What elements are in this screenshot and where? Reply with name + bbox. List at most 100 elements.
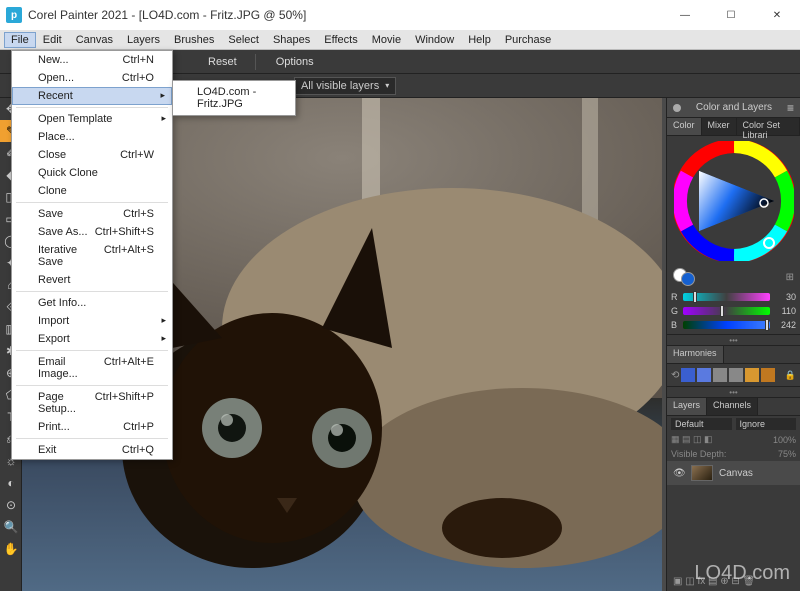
recent-file-item[interactable]: LO4D.com - Fritz.JPG: [173, 83, 295, 113]
color-swatch-pair[interactable]: [673, 268, 697, 286]
file-menu-revert[interactable]: Revert: [12, 271, 172, 289]
submenu-arrow-icon: ▸: [161, 113, 166, 124]
menu-brushes[interactable]: Brushes: [167, 32, 221, 48]
options-label[interactable]: Options: [256, 54, 334, 70]
tool-zoom[interactable]: 🔍: [0, 516, 22, 538]
layer-tab-channels[interactable]: Channels: [707, 398, 758, 415]
panel-drag-handle[interactable]: •••: [667, 334, 800, 346]
harmony-swatch[interactable]: [681, 368, 695, 382]
right-panel: Color and Layers ≡ ColorMixerColor Set L…: [666, 98, 800, 591]
b-value: 242: [774, 320, 796, 330]
sample-value: All visible layers: [301, 80, 379, 92]
layer-thumbnail: [691, 465, 713, 481]
reset-button[interactable]: Reset: [190, 54, 256, 70]
menu-select[interactable]: Select: [221, 32, 266, 48]
layer-name: Canvas: [719, 468, 753, 479]
eye-icon[interactable]: 👁: [673, 468, 685, 479]
file-menu-open-[interactable]: Open...Ctrl+O: [12, 69, 172, 87]
layer-icons-row[interactable]: ▦ ▤ ◫ ◧: [671, 434, 713, 445]
watermark: LO4D.com: [694, 562, 790, 585]
submenu-arrow-icon: ▸: [160, 90, 165, 101]
sample-dropdown[interactable]: All visible layers ▾: [294, 77, 396, 95]
harmony-swatch[interactable]: [713, 368, 727, 382]
harmony-prev-icon[interactable]: ⟲: [671, 370, 679, 381]
file-menu-export[interactable]: Export▸: [12, 330, 172, 348]
b-label: B: [671, 320, 679, 330]
minimize-button[interactable]: —: [662, 0, 708, 30]
menu-window[interactable]: Window: [408, 32, 461, 48]
menu-purchase[interactable]: Purchase: [498, 32, 558, 48]
app-icon: p: [6, 7, 22, 23]
maximize-button[interactable]: ☐: [708, 0, 754, 30]
g-slider[interactable]: [683, 307, 770, 315]
file-menu-save[interactable]: SaveCtrl+S: [12, 205, 172, 223]
file-menu-new-[interactable]: New...Ctrl+N: [12, 51, 172, 69]
r-slider[interactable]: [683, 293, 770, 301]
menu-bar: FileEditCanvasLayersBrushesSelectShapesE…: [0, 30, 800, 50]
file-menu-iterative-save[interactable]: Iterative SaveCtrl+Alt+S: [12, 241, 172, 271]
panel-dot-icon: [673, 104, 681, 112]
menu-effects[interactable]: Effects: [317, 32, 364, 48]
color-wheel[interactable]: [667, 136, 800, 266]
tool-hand[interactable]: ✋: [0, 538, 22, 560]
harmonies-tab[interactable]: Harmonies: [667, 346, 724, 363]
r-label: R: [671, 292, 679, 302]
menu-layers[interactable]: Layers: [120, 32, 167, 48]
visible-depth-value[interactable]: 75%: [778, 449, 796, 459]
submenu-arrow-icon: ▸: [161, 315, 166, 326]
color-tab-color-set-librari[interactable]: Color Set Librari: [737, 118, 800, 135]
menu-separator: [16, 107, 168, 108]
menu-file[interactable]: File: [4, 32, 36, 48]
recent-submenu: LO4D.com - Fritz.JPG: [172, 80, 296, 116]
harmony-swatch[interactable]: [697, 368, 711, 382]
panel-menu-icon[interactable]: ≡: [787, 101, 794, 115]
file-menu-open-template[interactable]: Open Template▸: [12, 110, 172, 128]
rgb-sliders: R30 G110 B242: [667, 288, 800, 334]
file-menu-recent[interactable]: Recent▸: [12, 87, 172, 105]
layer-item-canvas[interactable]: 👁 Canvas: [667, 461, 800, 485]
close-button[interactable]: ✕: [754, 0, 800, 30]
file-menu-print-[interactable]: Print...Ctrl+P: [12, 418, 172, 436]
color-tab-color[interactable]: Color: [667, 118, 702, 135]
menu-separator: [16, 385, 168, 386]
harmony-swatch[interactable]: [745, 368, 759, 382]
file-menu-close[interactable]: CloseCtrl+W: [12, 146, 172, 164]
file-menu-import[interactable]: Import▸: [12, 312, 172, 330]
menu-shapes[interactable]: Shapes: [266, 32, 317, 48]
tool-burn[interactable]: ◐: [0, 472, 22, 494]
panel-header[interactable]: Color and Layers ≡: [667, 98, 800, 118]
menu-canvas[interactable]: Canvas: [69, 32, 120, 48]
visible-depth-label: Visible Depth:: [671, 449, 726, 459]
r-value: 30: [774, 292, 796, 302]
opacity-value[interactable]: 100%: [773, 435, 796, 445]
menu-edit[interactable]: Edit: [36, 32, 69, 48]
panel-drag-handle[interactable]: •••: [667, 386, 800, 398]
blend-mode-select[interactable]: Default: [671, 418, 732, 430]
menu-movie[interactable]: Movie: [365, 32, 408, 48]
g-value: 110: [774, 306, 796, 316]
window-title: Corel Painter 2021 - [LO4D.com - Fritz.J…: [28, 8, 306, 22]
b-slider[interactable]: [683, 321, 770, 329]
menu-separator: [16, 291, 168, 292]
tool-nav[interactable]: ⊙: [0, 494, 22, 516]
file-menu-exit[interactable]: ExitCtrl+Q: [12, 441, 172, 459]
composite-select[interactable]: Ignore: [736, 418, 797, 430]
menu-separator: [16, 202, 168, 203]
file-menu-page-setup-[interactable]: Page Setup...Ctrl+Shift+P: [12, 388, 172, 418]
file-menu-quick-clone[interactable]: Quick Clone: [12, 164, 172, 182]
menu-help[interactable]: Help: [461, 32, 498, 48]
title-bar: p Corel Painter 2021 - [LO4D.com - Fritz…: [0, 0, 800, 30]
layer-tabs: LayersChannels: [667, 398, 800, 416]
harmony-swatch[interactable]: [761, 368, 775, 382]
file-menu-get-info-[interactable]: Get Info...: [12, 294, 172, 312]
file-menu-dropdown: New...Ctrl+NOpen...Ctrl+ORecent▸ Open Tem…: [11, 50, 173, 460]
file-menu-save-as-[interactable]: Save As...Ctrl+Shift+S: [12, 223, 172, 241]
file-menu-email-image-[interactable]: Email Image...Ctrl+Alt+E: [12, 353, 172, 383]
color-tab-mixer[interactable]: Mixer: [702, 118, 737, 135]
swatch-tools-icon[interactable]: ⊞: [786, 272, 794, 283]
lock-icon[interactable]: 🔒: [785, 370, 796, 381]
layer-tab-layers[interactable]: Layers: [667, 398, 707, 415]
harmony-swatch[interactable]: [729, 368, 743, 382]
file-menu-clone[interactable]: Clone: [12, 182, 172, 200]
file-menu-place-[interactable]: Place...: [12, 128, 172, 146]
